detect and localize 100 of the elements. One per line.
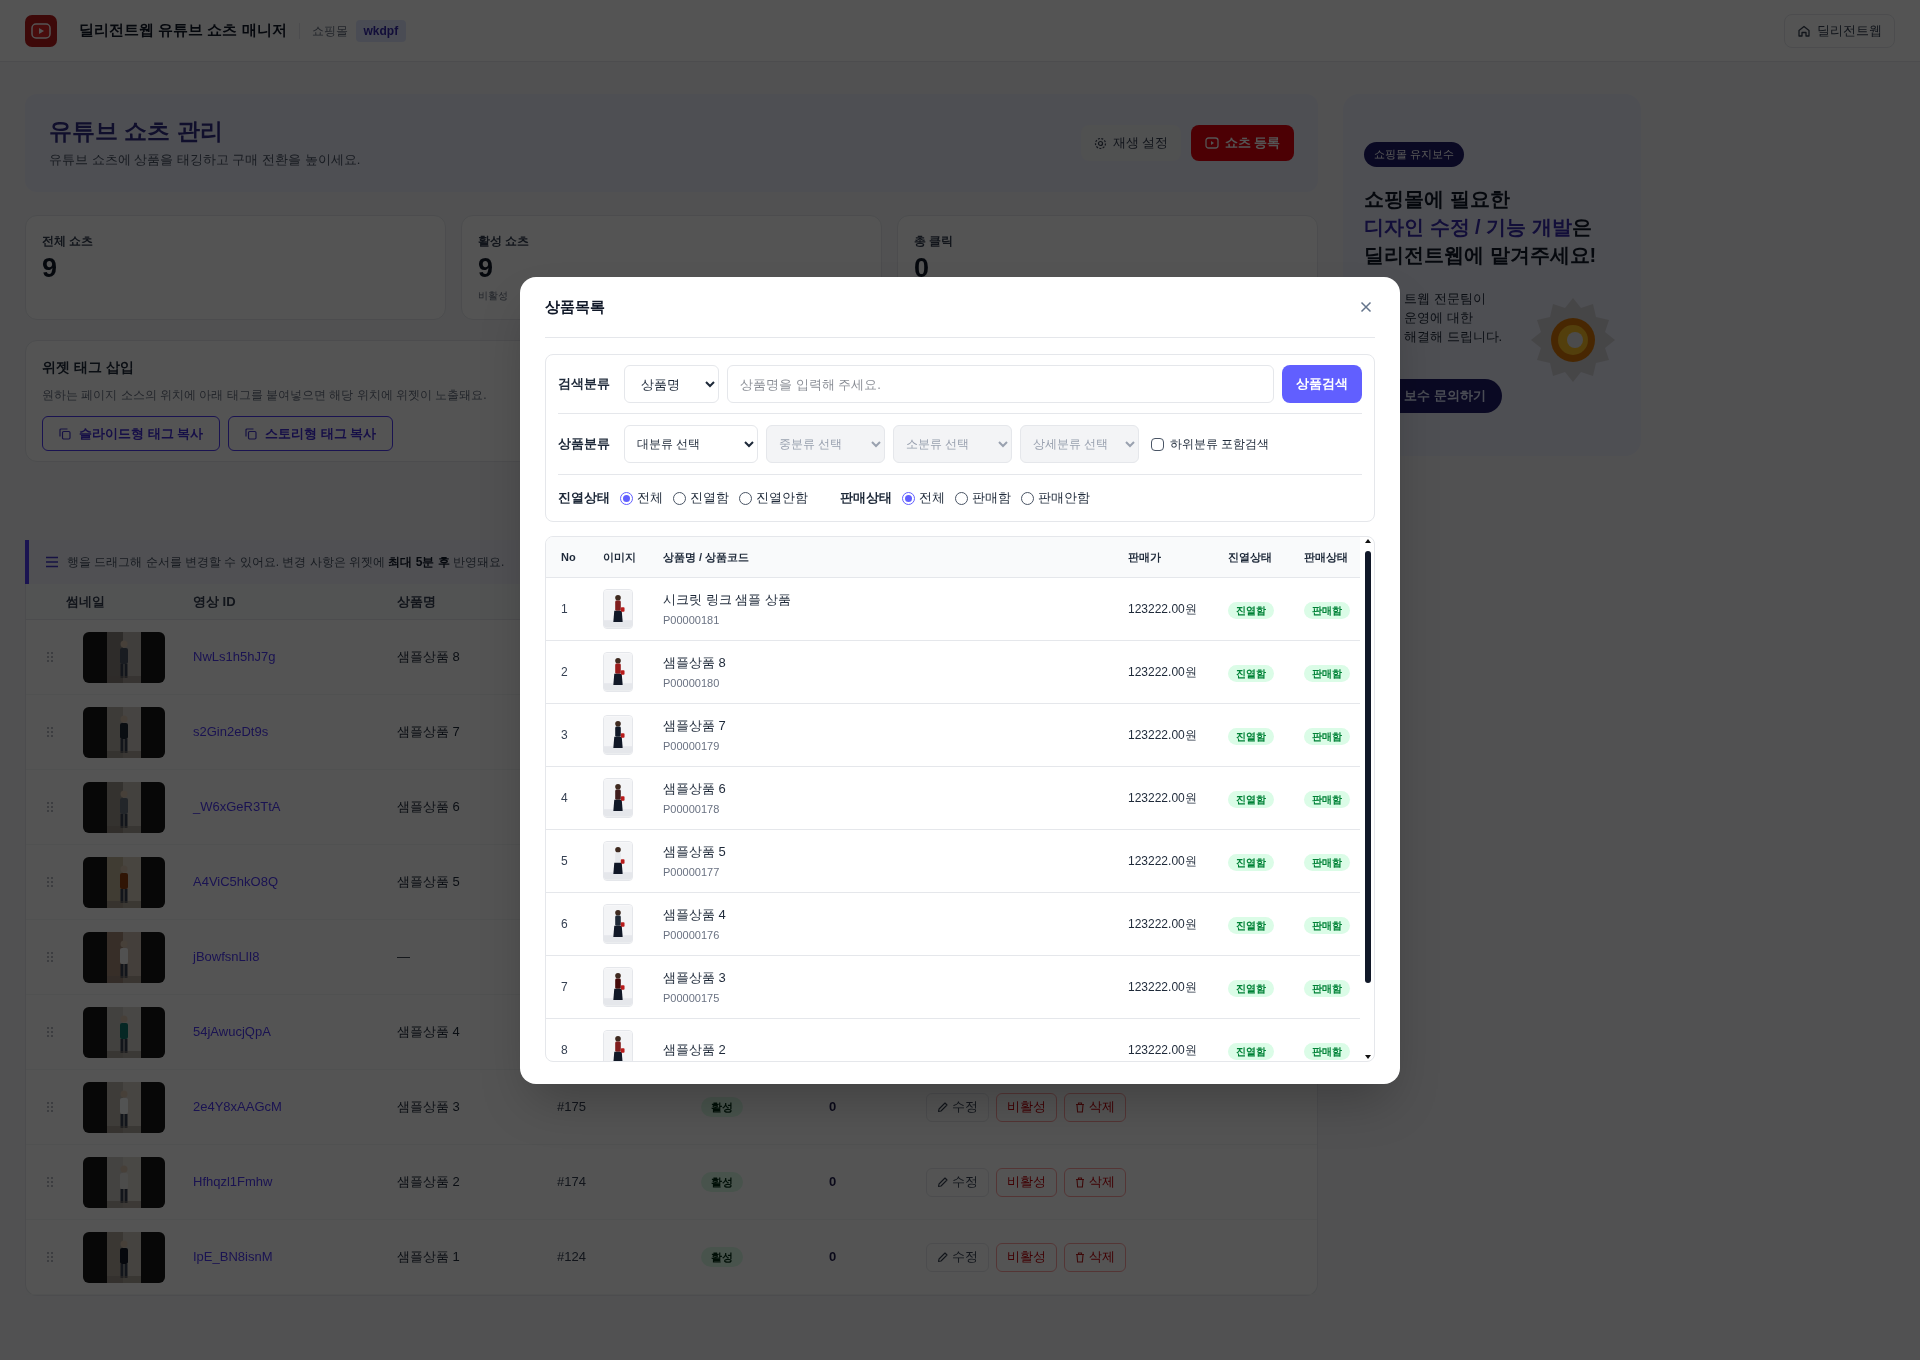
column-header: 판매가	[1128, 549, 1162, 565]
product-name: 샘플상품 1	[397, 1248, 461, 1267]
scroll-up-icon	[1365, 539, 1371, 543]
video-id-link[interactable]: 54jAwucjQpA	[193, 1022, 397, 1042]
search-type-select[interactable]: 상품명	[624, 365, 719, 403]
product-code: P00000176	[663, 927, 720, 943]
copy-tag-button[interactable]: 스토리형 태그 복사	[228, 416, 394, 451]
category-select[interactable]: 대분류 선택	[624, 425, 758, 463]
drag-handle-icon[interactable]	[46, 1251, 54, 1263]
display-status-badge: 진열함	[1228, 980, 1274, 997]
display-status-badge: 진열함	[1228, 917, 1274, 934]
copy-icon	[245, 427, 258, 440]
home-icon	[1797, 23, 1811, 38]
sale-status-badge: 판매함	[1304, 917, 1350, 934]
radio-button[interactable]	[902, 491, 915, 505]
display-status-badge: 진열함	[1228, 1043, 1274, 1060]
drag-handle-icon[interactable]	[46, 801, 54, 813]
edit-button[interactable]: 수정	[926, 1092, 989, 1122]
home-button[interactable]: 딜리전트웹	[1784, 13, 1895, 48]
drag-handle-icon[interactable]	[46, 951, 54, 963]
stat-label: 총 클릭	[914, 233, 955, 250]
deactivate-button[interactable]: 비활성	[996, 1167, 1057, 1197]
product-name: 샘플상품 8	[397, 648, 461, 667]
play-icon	[1204, 137, 1219, 149]
edit-button[interactable]: 수정	[926, 1167, 989, 1197]
video-id-link[interactable]: Hfhqzl1Fmhw	[193, 1172, 397, 1192]
video-id-link[interactable]: s2Gin2eDt9s	[193, 722, 397, 742]
product-name: 샘플상품 7	[397, 723, 461, 742]
delete-button[interactable]: 삭제	[1064, 1242, 1126, 1272]
deactivate-button[interactable]: 비활성	[996, 1242, 1057, 1272]
radio-label: 진열안함	[756, 489, 808, 508]
deactivate-button[interactable]: 비활성	[996, 1092, 1057, 1122]
field-label: 진열상태	[558, 489, 610, 508]
sale-status-badge: 판매함	[1304, 854, 1350, 871]
product-name: 샘플상품 2	[397, 1173, 461, 1192]
copy-tag-button[interactable]: 슬라이드형 태그 복사	[42, 416, 221, 451]
column-header: 상품명	[397, 592, 437, 611]
stat-label: 활성 쇼츠	[478, 233, 531, 250]
stat-value: 9	[42, 252, 59, 284]
radio-button[interactable]	[673, 491, 686, 505]
price: 123222.00원	[1128, 664, 1198, 681]
search-button[interactable]: 상품검색	[1282, 365, 1362, 403]
video-id-link[interactable]: A4ViC5hkO8Q	[193, 872, 397, 892]
price: 123222.00원	[1128, 979, 1198, 996]
video-id-link[interactable]: _W6xGeR3TtA	[193, 797, 397, 817]
product-name: 샘플상품 5	[397, 873, 461, 892]
delete-button[interactable]: 삭제	[1064, 1092, 1126, 1122]
list-icon	[45, 556, 59, 568]
display-status-badge: 진열함	[1228, 728, 1274, 745]
drag-handle-icon[interactable]	[46, 1176, 54, 1188]
product-name: 샘플상품 4	[663, 906, 726, 924]
product-name: 샘플상품 7	[663, 717, 726, 735]
radio-label: 전체	[637, 489, 663, 508]
status-badge: 활성	[701, 1172, 743, 1193]
ad-body-line: 해결해 드립니다.	[1404, 327, 1503, 346]
radio-button[interactable]	[1021, 491, 1034, 505]
product-name: 시크릿 링크 샘플 상품	[663, 591, 791, 609]
video-id-link[interactable]: jBowfsnLlI8	[193, 947, 397, 967]
row-number: 8	[561, 1042, 569, 1059]
drag-handle-icon[interactable]	[46, 651, 54, 663]
drag-handle-icon[interactable]	[46, 1026, 54, 1038]
product-number: #124	[557, 1249, 586, 1265]
radio-button[interactable]	[620, 491, 633, 505]
column-header: 판매상태	[1304, 549, 1349, 565]
price: 123222.00원	[1128, 1042, 1198, 1059]
product-name: 샘플상품 3	[663, 969, 726, 987]
radio-label: 진열함	[690, 489, 729, 508]
register-shorts-button[interactable]: 쇼츠 등록	[1191, 125, 1294, 161]
drag-handle-icon[interactable]	[46, 876, 54, 888]
product-name: 샘플상품 2	[663, 1041, 726, 1060]
drag-handle-icon[interactable]	[46, 726, 54, 738]
display-status-badge: 진열함	[1228, 665, 1274, 682]
scrollbar-thumb[interactable]	[1365, 551, 1371, 983]
scrollbar[interactable]	[1364, 539, 1372, 1059]
ad-body-line: 트웹 전문팀이	[1404, 289, 1486, 308]
radio-button[interactable]	[955, 491, 968, 505]
field-label: 검색분류	[558, 375, 611, 394]
video-id-link[interactable]: 2e4Y8xAAGcM	[193, 1097, 397, 1117]
video-id-link[interactable]: NwLs1h5hJ7g	[193, 647, 397, 667]
include-subcategory-checkbox[interactable]	[1151, 437, 1164, 451]
product-code: P00000175	[663, 990, 720, 1006]
product-code: P00000181	[663, 612, 720, 628]
drag-handle-icon[interactable]	[46, 1101, 54, 1113]
trash-icon	[1075, 1176, 1085, 1188]
product-name: 샘플상품 3	[397, 1098, 461, 1117]
delete-button[interactable]: 삭제	[1064, 1167, 1126, 1197]
edit-button[interactable]: 수정	[926, 1242, 989, 1272]
sale-status-badge: 판매함	[1304, 791, 1350, 808]
product-name: 샘플상품 5	[663, 843, 726, 861]
product-name: —	[397, 948, 411, 967]
price: 123222.00원	[1128, 601, 1198, 618]
row-number: 2	[561, 664, 569, 681]
search-input[interactable]: 상품명을 입력해 주세요.	[727, 365, 1274, 403]
price: 123222.00원	[1128, 853, 1198, 870]
video-id-link[interactable]: IpE_BN8isnM	[193, 1247, 397, 1267]
stat-value: 9	[478, 252, 495, 284]
widget-title: 위젯 태그 삽입	[42, 358, 135, 377]
shop-id-badge: wkdpf	[355, 19, 407, 42]
radio-button[interactable]	[739, 491, 752, 505]
product-name: 샘플상품 4	[397, 1023, 461, 1042]
